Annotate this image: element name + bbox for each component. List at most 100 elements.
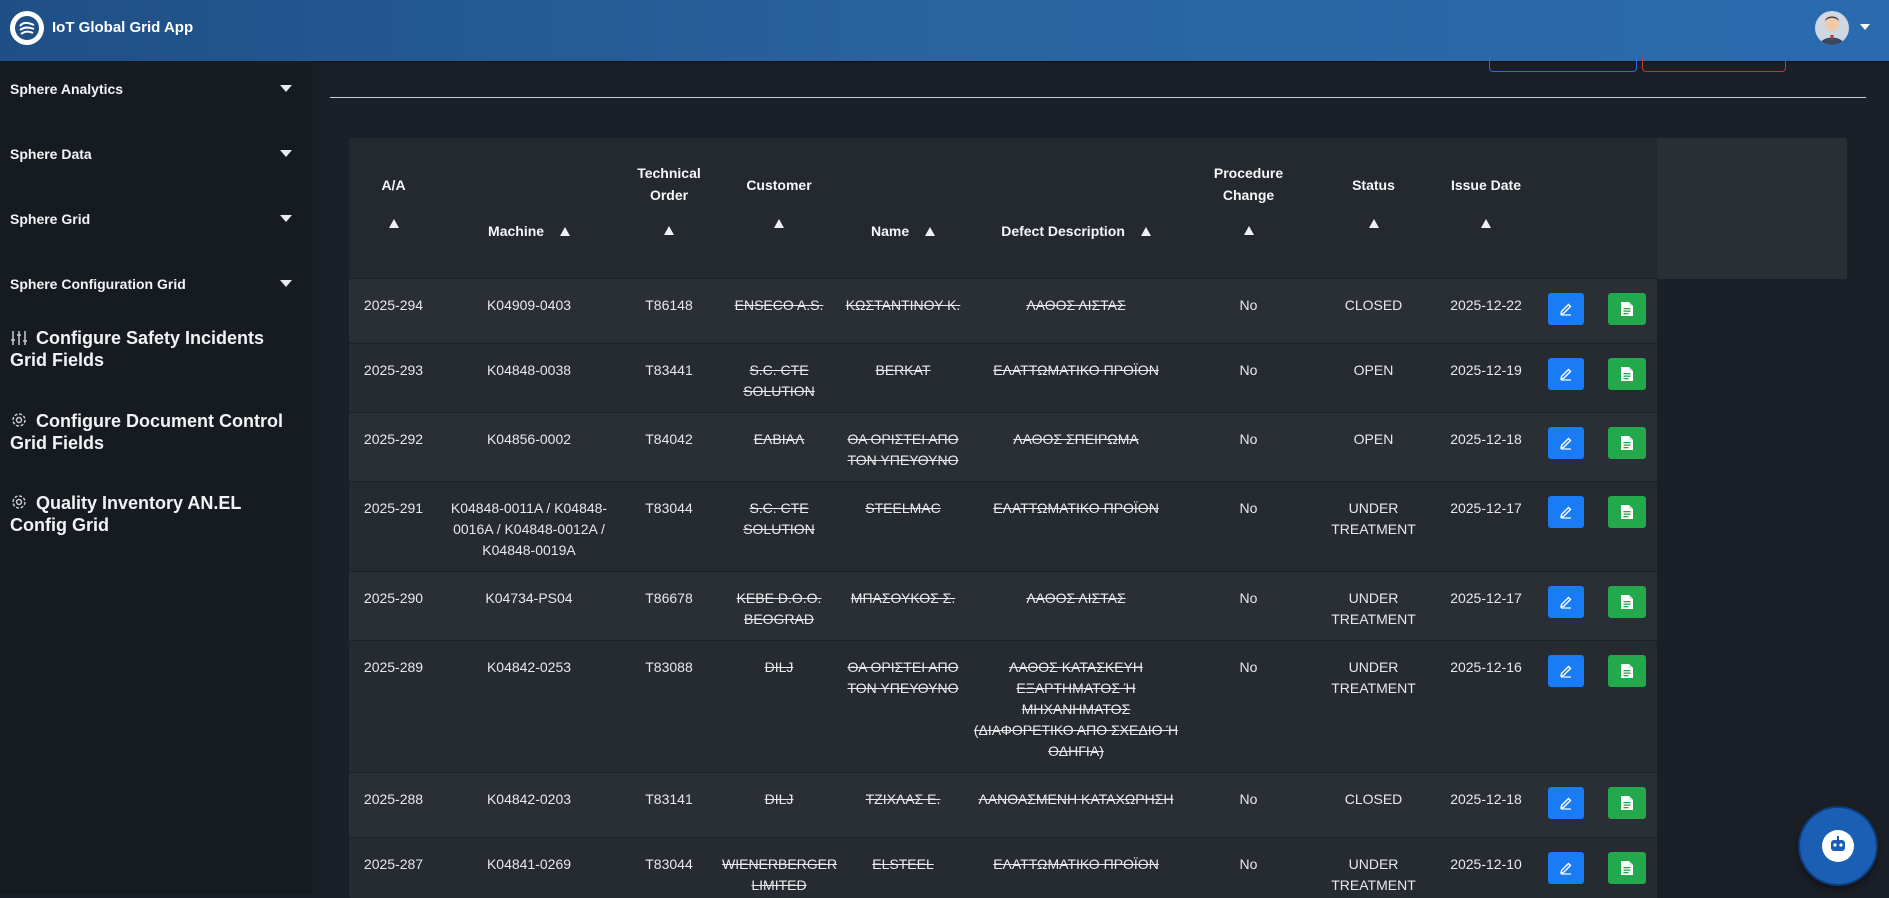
header-label: Issue Date — [1440, 177, 1532, 193]
header-action-button[interactable] — [1489, 57, 1637, 72]
view-document-button[interactable] — [1608, 496, 1646, 528]
cell-document-action — [1596, 838, 1657, 898]
cell-customer: ΕΛΒΙΑΛ — [718, 413, 840, 482]
table-row[interactable]: 2025-287K04841-0269T83044WIENERBERGER LI… — [349, 838, 1847, 898]
cell-aa: 2025-289 — [349, 641, 438, 773]
cell-technical-order-text: T83441 — [645, 362, 692, 378]
cell-machine-text: K04842-0203 — [487, 791, 571, 807]
view-document-button[interactable] — [1608, 655, 1646, 687]
column-header-name[interactable]: Name — [840, 138, 966, 279]
edit-button[interactable] — [1548, 655, 1584, 687]
edit-button[interactable] — [1548, 293, 1584, 325]
cell-status-text: UNDER TREATMENT — [1331, 500, 1416, 537]
cell-customer-text: S.C. CTE SOLUTION — [743, 362, 815, 399]
cell-technical-order: T83141 — [620, 773, 718, 838]
sort-asc-icon[interactable] — [1369, 219, 1379, 228]
cell-issue-date: 2025-12-16 — [1436, 641, 1536, 773]
cell-procedure-change: No — [1186, 344, 1311, 413]
view-document-button[interactable] — [1608, 427, 1646, 459]
column-header-document — [1596, 138, 1657, 279]
sidebar-link-quality-inventory-config-grid[interactable]: Quality Inventory AN.EL Config Grid — [10, 492, 300, 536]
sort-asc-icon[interactable] — [664, 226, 674, 235]
cell-procedure-change: No — [1186, 773, 1311, 838]
cell-machine: K04842-0253 — [438, 641, 620, 773]
sort-asc-icon[interactable] — [1244, 226, 1254, 235]
table-row[interactable]: 2025-291K04848-0011A / K04848-0016A / K0… — [349, 482, 1847, 572]
sort-asc-icon[interactable] — [560, 227, 570, 236]
cell-technical-order-text: T86678 — [645, 590, 692, 606]
column-header-procedure-change[interactable]: Procedure Change — [1186, 138, 1311, 279]
cell-procedure-change-text: No — [1240, 590, 1258, 606]
cell-machine: K04909-0403 — [438, 279, 620, 344]
chat-assistant-button[interactable] — [1800, 808, 1876, 884]
view-document-button[interactable] — [1608, 586, 1646, 618]
sidebar-item-sphere-analytics[interactable]: Sphere Analytics — [10, 81, 295, 97]
edit-button[interactable] — [1548, 787, 1584, 819]
cell-defect-description: ΛΑΘΟΣ ΣΠΕΙΡΩΜΑ — [966, 413, 1186, 482]
view-document-button[interactable] — [1608, 293, 1646, 325]
cell-machine: K04848-0011A / K04848-0016A / K04848-001… — [438, 482, 620, 572]
sort-asc-icon[interactable] — [1141, 227, 1151, 236]
sidebar-link-safety-incidents-grid[interactable]: Configure Safety Incidents Grid Fields — [10, 327, 300, 371]
column-header-defect-description[interactable]: Defect Description — [966, 138, 1186, 279]
cell-issue-date-text: 2025-12-22 — [1450, 297, 1522, 313]
cell-name: ΘΑ ΟΡΙΣΤΕΙ ΑΠΟ ΤΟΝ ΥΠΕΥΘΥΝΟ — [840, 413, 966, 482]
cell-issue-date: 2025-12-17 — [1436, 482, 1536, 572]
table-row[interactable]: 2025-288K04842-0203T83141DILJΤΖΙΧΛΑΣ Ε.Λ… — [349, 773, 1847, 838]
user-avatar[interactable] — [1815, 11, 1849, 45]
app-logo-icon[interactable] — [10, 11, 44, 45]
column-header-customer[interactable]: Customer — [718, 138, 840, 279]
sort-asc-icon[interactable] — [774, 219, 784, 228]
cell-customer: S.C. CTE SOLUTION — [718, 482, 840, 572]
column-header-aa[interactable]: A/A — [349, 138, 438, 279]
table-row[interactable]: 2025-292K04856-0002T84042ΕΛΒΙΑΛΘΑ ΟΡΙΣΤΕ… — [349, 413, 1847, 482]
cell-spacer — [1657, 279, 1847, 344]
table-row[interactable]: 2025-289K04842-0253T83088DILJΘΑ ΟΡΙΣΤΕΙ … — [349, 641, 1847, 773]
column-header-technical-order[interactable]: Technical Order — [620, 138, 718, 279]
cell-machine: K04856-0002 — [438, 413, 620, 482]
sidebar-item-sphere-configuration-grid[interactable]: Sphere Configuration Grid — [10, 276, 295, 292]
edit-button[interactable] — [1548, 852, 1584, 884]
sort-asc-icon[interactable] — [389, 219, 399, 228]
cell-name-text: BERKAT — [876, 362, 931, 378]
edit-button[interactable] — [1548, 358, 1584, 390]
cell-status: OPEN — [1311, 413, 1436, 482]
header-delete-button[interactable] — [1642, 57, 1786, 72]
cell-status-text: UNDER TREATMENT — [1331, 659, 1416, 696]
edit-button[interactable] — [1548, 427, 1584, 459]
column-header-machine[interactable]: Machine — [438, 138, 620, 279]
cell-issue-date: 2025-12-22 — [1436, 279, 1536, 344]
app-title[interactable]: IoT Global Grid App — [52, 19, 193, 36]
column-header-status[interactable]: Status — [1311, 138, 1436, 279]
cell-procedure-change-text: No — [1240, 856, 1258, 872]
sort-asc-icon[interactable] — [1481, 219, 1491, 228]
header-label: Technical Order — [624, 162, 714, 206]
cell-edit-action — [1536, 641, 1596, 773]
cell-customer: DILJ — [718, 773, 840, 838]
sidebar-item-sphere-grid[interactable]: Sphere Grid — [10, 211, 295, 227]
sidebar-link-document-control-grid[interactable]: Configure Document Control Grid Fields — [10, 410, 300, 454]
cell-spacer — [1657, 641, 1847, 773]
edit-button[interactable] — [1548, 496, 1584, 528]
header-label: Name — [871, 223, 909, 239]
cell-status: UNDER TREATMENT — [1311, 482, 1436, 572]
cell-machine-text: K04841-0269 — [487, 856, 571, 872]
chevron-down-icon[interactable] — [1860, 24, 1870, 30]
header-label: Machine — [488, 223, 544, 239]
view-document-button[interactable] — [1608, 787, 1646, 819]
table-row[interactable]: 2025-293K04848-0038T83441S.C. CTE SOLUTI… — [349, 344, 1847, 413]
cell-name-text: ELSTEEL — [872, 856, 933, 872]
sidebar-item-sphere-data[interactable]: Sphere Data — [10, 146, 295, 162]
cell-technical-order-text: T83044 — [645, 500, 692, 516]
column-header-issue-date[interactable]: Issue Date — [1436, 138, 1536, 279]
cell-name: ΤΖΙΧΛΑΣ Ε. — [840, 773, 966, 838]
edit-button[interactable] — [1548, 586, 1584, 618]
view-document-button[interactable] — [1608, 358, 1646, 390]
cell-technical-order-text: T84042 — [645, 431, 692, 447]
table-row[interactable]: 2025-294K04909-0403T86148ENSECO A.S.ΚΩΣΤ… — [349, 279, 1847, 344]
sort-asc-icon[interactable] — [925, 227, 935, 236]
table-row[interactable]: 2025-290K04734-PS04T86678KEBE D.O.O. BEO… — [349, 572, 1847, 641]
cell-status-text: OPEN — [1354, 431, 1394, 447]
cell-aa: 2025-291 — [349, 482, 438, 572]
view-document-button[interactable] — [1608, 852, 1646, 884]
